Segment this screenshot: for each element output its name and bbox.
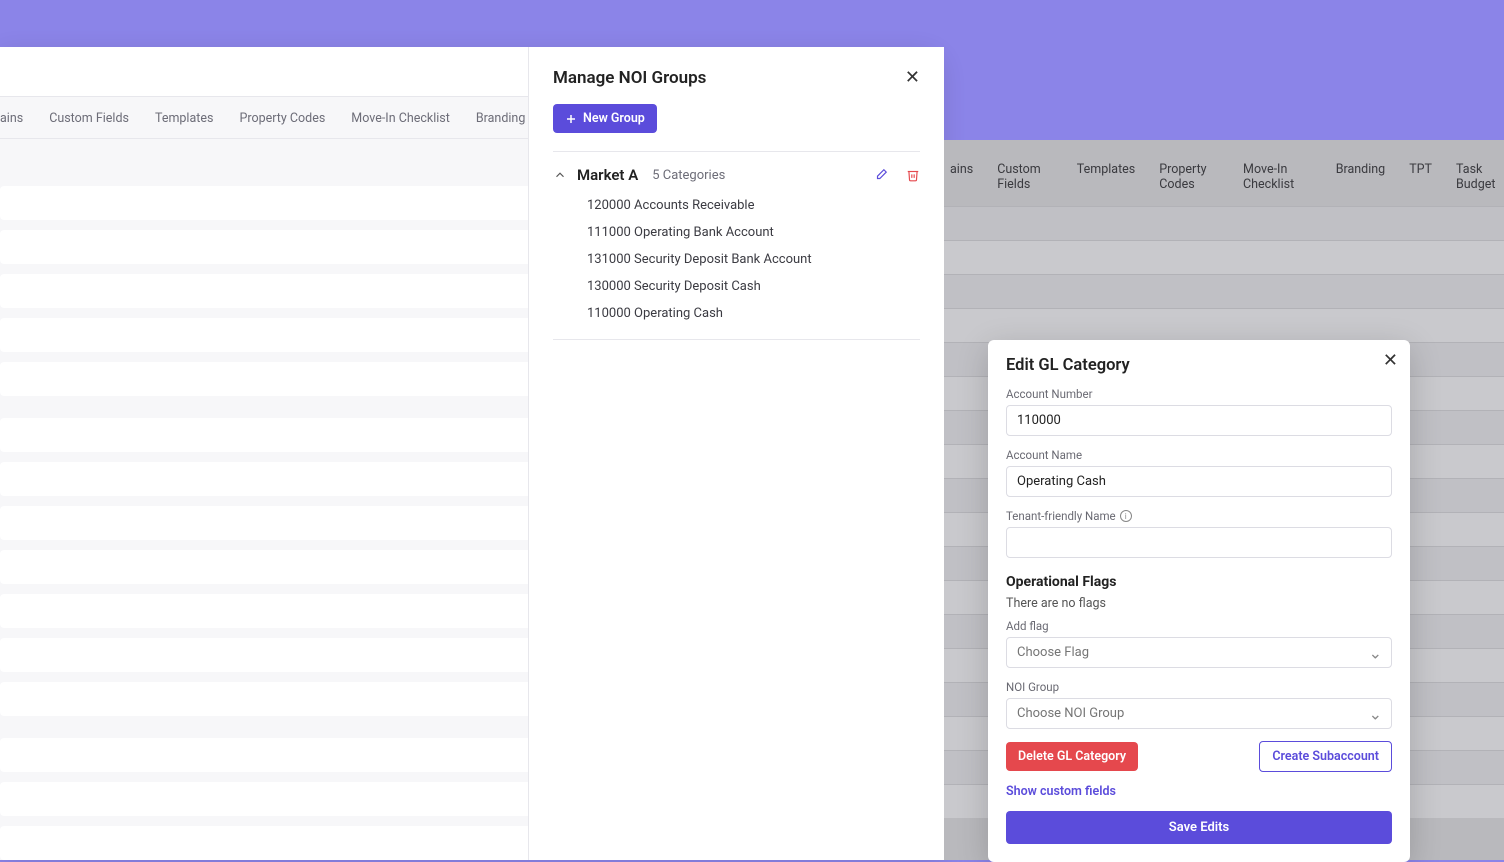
category-list: 120000 Accounts Receivable 111000 Operat… — [553, 194, 920, 331]
tab-item: Move-In Checklist — [1243, 162, 1312, 192]
new-group-label: New Group — [583, 111, 645, 126]
operational-flags-heading: Operational Flags — [1006, 574, 1392, 590]
save-edits-button[interactable]: Save Edits — [1006, 811, 1392, 844]
add-flag-label: Add flag — [1006, 619, 1392, 633]
close-icon[interactable]: ✕ — [905, 67, 920, 88]
group-name: Market A — [577, 166, 638, 184]
list-item[interactable]: 131000 Security Deposit Bank Account — [587, 252, 920, 267]
list-item[interactable]: 111000 Operating Bank Account — [587, 225, 920, 240]
tab-move-in-checklist[interactable]: Move-In Checklist — [351, 111, 450, 126]
noi-group-label: NOI Group — [1006, 680, 1392, 694]
no-flags-text: There are no flags — [1006, 596, 1392, 611]
edit-gl-category-modal: ✕ Edit GL Category Account Number Accoun… — [988, 340, 1410, 862]
account-number-label: Account Number — [1006, 387, 1392, 401]
tenant-friendly-label: Tenant-friendly Name i — [1006, 509, 1392, 523]
list-item[interactable]: 110000 Operating Cash — [587, 306, 920, 321]
group-count: 5 Categories — [652, 168, 725, 183]
tab-ains[interactable]: ains — [0, 111, 23, 126]
tab-property-codes[interactable]: Property Codes — [239, 111, 325, 126]
delete-group-icon[interactable] — [906, 168, 920, 182]
delete-gl-category-button[interactable]: Delete GL Category — [1006, 742, 1138, 771]
tenant-friendly-field[interactable] — [1006, 527, 1392, 558]
info-icon[interactable]: i — [1120, 510, 1132, 522]
tab-item: Custom Fields — [997, 162, 1053, 192]
edit-group-icon[interactable] — [874, 168, 888, 182]
tabs-dimmed: ains Custom Fields Templates Property Co… — [944, 140, 1504, 206]
panel-title: Manage NOI Groups — [553, 68, 706, 88]
noi-group-row: Market A 5 Categories — [553, 152, 920, 194]
show-custom-fields-link[interactable]: Show custom fields — [1006, 784, 1116, 799]
tab-item: Property Codes — [1159, 162, 1219, 192]
new-group-button[interactable]: New Group — [553, 104, 657, 133]
manage-noi-groups-panel: Manage NOI Groups ✕ New Group Market A 5… — [528, 47, 944, 860]
create-subaccount-button[interactable]: Create Subaccount — [1259, 741, 1392, 772]
list-item[interactable]: 120000 Accounts Receivable — [587, 198, 920, 213]
account-name-field[interactable] — [1006, 466, 1392, 497]
list-item[interactable]: 130000 Security Deposit Cash — [587, 279, 920, 294]
account-number-field[interactable] — [1006, 405, 1392, 436]
chevron-down-icon[interactable] — [553, 168, 567, 182]
modal-title: Edit GL Category — [1006, 356, 1392, 375]
add-flag-select[interactable] — [1006, 637, 1392, 668]
tab-item: TPT — [1409, 162, 1432, 192]
tab-item: Task Budget — [1456, 162, 1504, 192]
tab-item: ains — [950, 162, 973, 192]
tab-branding[interactable]: Branding — [476, 111, 526, 126]
close-icon[interactable]: ✕ — [1383, 350, 1398, 371]
tab-custom-fields[interactable]: Custom Fields — [49, 111, 129, 126]
tab-templates[interactable]: Templates — [155, 111, 213, 126]
tab-item: Templates — [1077, 162, 1135, 192]
noi-group-select[interactable] — [1006, 698, 1392, 729]
tab-item: Branding — [1336, 162, 1386, 192]
account-name-label: Account Name — [1006, 448, 1392, 462]
